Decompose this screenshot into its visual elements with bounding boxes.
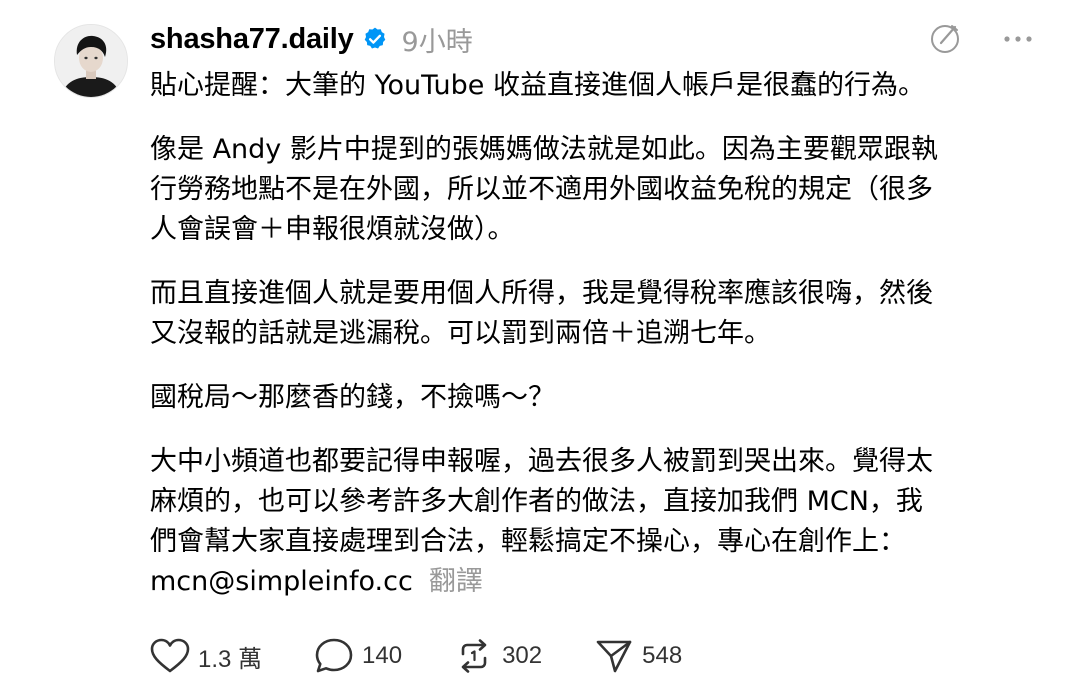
more-icon[interactable] (1000, 24, 1036, 54)
repost-icon (461, 639, 487, 673)
edit-icon[interactable] (928, 20, 964, 56)
reply-button[interactable]: 140 (314, 637, 402, 675)
like-count: 1.3 萬 (198, 645, 263, 673)
repost-button[interactable]: 302 (454, 637, 542, 675)
post-paragraph-3: 而且直接進個人就是要用個人所得，我是覺得稅率應該很嗨，然後 又沒報的話就是逃漏稅… (150, 278, 933, 349)
heart-icon (150, 638, 190, 673)
post-paragraph-1: 貼心提醒：大筆的 YouTube 收益直接進個人帳戶是很蠢的行為。 (150, 70, 925, 101)
post-paragraph-4: 國稅局～那麼香的錢，不撿嗎～？ (150, 382, 555, 413)
reply-count: 140 (362, 642, 403, 669)
comment-icon (315, 638, 353, 673)
like-button[interactable]: 1.3 萬 (150, 638, 262, 674)
post-actions: 1.3 萬 140 302 548 (150, 632, 734, 680)
post-header: shasha77.daily 9小時 (150, 18, 473, 60)
post-paragraph-5: 大中小頻道也都要記得申報喔，過去很多人被罰到哭出來。覺得太 麻煩的，也可以參考許… (150, 446, 933, 597)
verified-badge-icon (362, 26, 388, 52)
post-paragraph-2: 像是 Andy 影片中提到的張媽媽做法就是如此。因為主要觀眾跟執 行勞務地點不是… (150, 134, 938, 245)
email-link[interactable]: mcn@simpleinfo.cc (150, 566, 413, 597)
avatar[interactable] (54, 24, 128, 98)
send-icon (596, 640, 632, 673)
share-count: 548 (642, 642, 683, 669)
share-button[interactable]: 548 (594, 637, 682, 675)
avatar-image (55, 25, 127, 97)
post-timestamp: 9小時 (401, 26, 473, 58)
translate-button[interactable]: 翻譯 (429, 566, 483, 597)
post-content: 貼心提醒：大筆的 YouTube 收益直接進個人帳戶是很蠢的行為。 像是 And… (150, 66, 1050, 602)
repost-count: 302 (502, 642, 543, 669)
username[interactable]: shasha77.daily (150, 23, 354, 56)
